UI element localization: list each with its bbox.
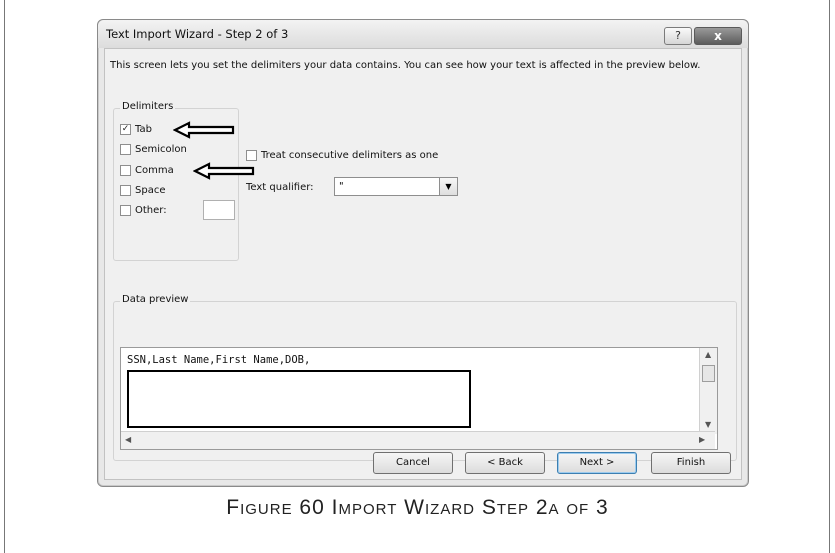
help-button[interactable]: ? (664, 27, 692, 45)
scroll-up-icon[interactable]: ▲ (705, 350, 711, 359)
delimiter-other[interactable]: Other: (120, 205, 167, 216)
delimiter-tab[interactable]: ✓ Tab (120, 124, 152, 135)
description-text: This screen lets you set the delimiters … (110, 60, 701, 71)
other-delimiter-input[interactable] (203, 200, 235, 220)
delimiter-space[interactable]: Space (120, 185, 165, 196)
close-button[interactable]: x (694, 27, 742, 45)
scroll-down-icon[interactable]: ▼ (705, 420, 711, 429)
data-preview-label: Data preview (120, 294, 191, 305)
vertical-scrollbar[interactable]: ▲ ▼ (699, 348, 717, 434)
annotation-arrow-comma-icon (193, 162, 255, 180)
text-qualifier-select[interactable]: " ▼ (334, 177, 458, 196)
semicolon-checkbox[interactable] (120, 144, 131, 155)
data-preview-pane[interactable]: SSN,Last Name,First Name,DOB, ▲ ▼ ◀ ▶ (120, 347, 718, 450)
delimiter-semicolon[interactable]: Semicolon (120, 144, 187, 155)
tab-label: Tab (135, 124, 152, 135)
back-button[interactable]: < Back (465, 452, 545, 474)
vertical-scroll-thumb[interactable] (702, 365, 715, 382)
annotation-arrow-tab-icon (173, 121, 235, 139)
horizontal-scrollbar[interactable]: ◀ ▶ (121, 431, 715, 449)
consecutive-delimiters-option[interactable]: Treat consecutive delimiters as one (246, 150, 438, 161)
redaction-box (127, 370, 471, 428)
comma-label: Comma (135, 165, 174, 176)
space-checkbox[interactable] (120, 185, 131, 196)
next-button[interactable]: Next > (557, 452, 637, 474)
text-qualifier-label: Text qualifier: (246, 182, 314, 193)
comma-checkbox[interactable] (120, 165, 131, 176)
semicolon-label: Semicolon (135, 144, 187, 155)
text-qualifier-value: " (339, 181, 344, 192)
text-import-wizard-dialog: Text Import Wizard - Step 2 of 3 ? x Thi… (97, 19, 749, 487)
other-label: Other: (135, 205, 167, 216)
delimiters-group-label: Delimiters (120, 101, 176, 112)
tab-checkbox[interactable]: ✓ (120, 124, 131, 135)
delimiter-comma[interactable]: Comma (120, 165, 174, 176)
chevron-down-icon[interactable]: ▼ (439, 178, 457, 195)
finish-button[interactable]: Finish (651, 452, 731, 474)
figure-caption: Figure 60 Import Wizard Step 2a of 3 (226, 496, 609, 519)
consecutive-delimiters-label: Treat consecutive delimiters as one (261, 150, 439, 161)
preview-line: SSN,Last Name,First Name,DOB, (127, 354, 311, 366)
scroll-right-icon[interactable]: ▶ (699, 435, 705, 444)
space-label: Space (135, 185, 166, 196)
cancel-button[interactable]: Cancel (373, 452, 453, 474)
consecutive-delimiters-checkbox[interactable] (246, 150, 257, 161)
dialog-title: Text Import Wizard - Step 2 of 3 (106, 27, 289, 41)
dialog-body: This screen lets you set the delimiters … (104, 48, 742, 480)
scroll-left-icon[interactable]: ◀ (125, 435, 131, 444)
title-bar: Text Import Wizard - Step 2 of 3 ? x (98, 20, 748, 48)
other-checkbox[interactable] (120, 205, 131, 216)
